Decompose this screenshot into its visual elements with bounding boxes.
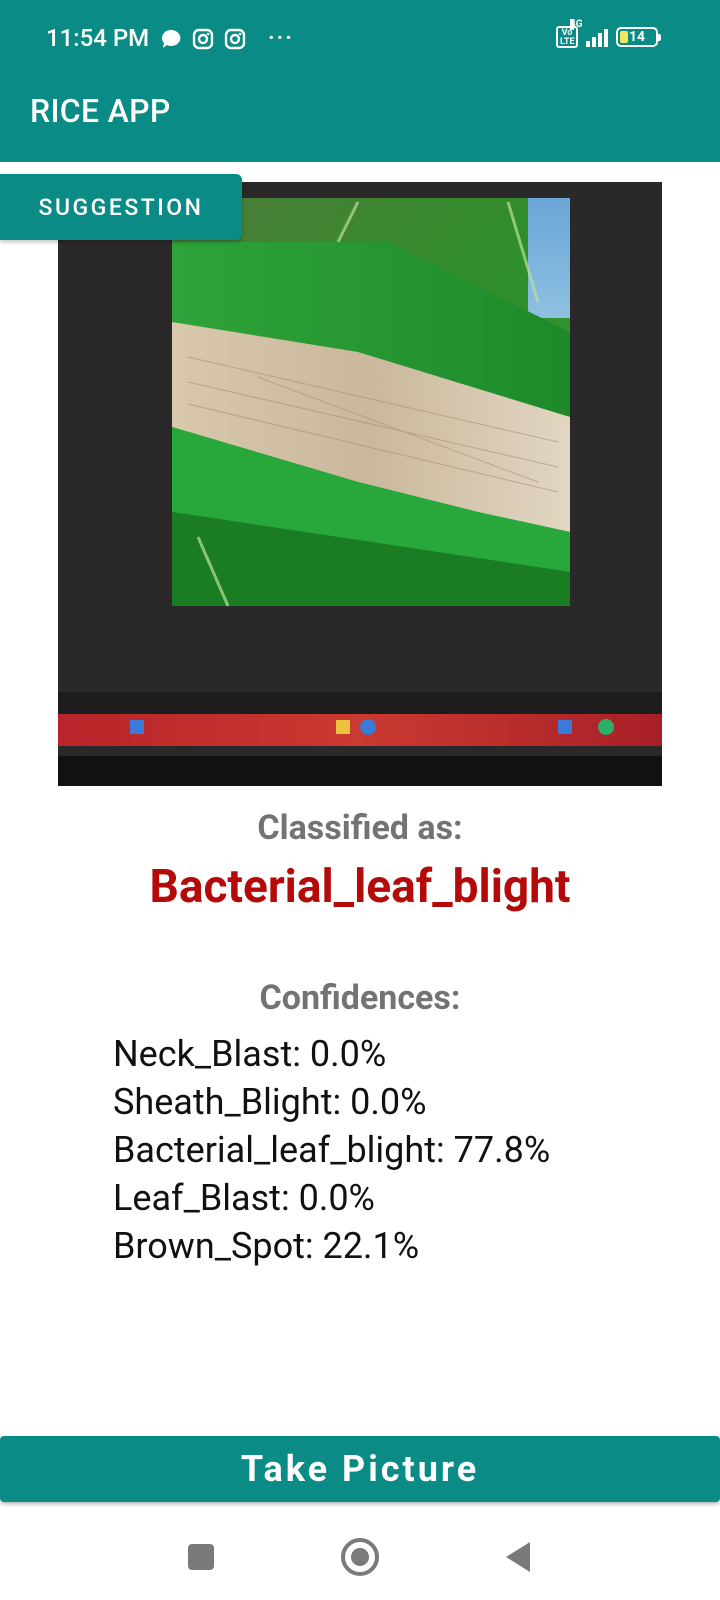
classification-result: Bacterial_leaf_blight	[149, 860, 571, 914]
instagram-icon	[192, 28, 214, 49]
app-title: RICE APP	[30, 92, 171, 130]
confidence-item: Leaf_Blast: 0.0%	[113, 1177, 375, 1219]
network-type: 4G	[570, 19, 583, 30]
signal-icon: 4G	[570, 19, 608, 47]
confidence-item: Bacterial_leaf_blight: 77.8%	[113, 1129, 551, 1171]
back-icon[interactable]	[506, 1542, 530, 1572]
status-time: 11:54 PM	[46, 24, 150, 52]
confidences-label: Confidences:	[259, 978, 461, 1018]
home-icon[interactable]	[341, 1538, 379, 1576]
chat-icon	[162, 29, 181, 48]
classified-label: Classified as:	[257, 808, 463, 848]
recent-apps-icon[interactable]	[188, 1544, 214, 1570]
app-header: 11:54 PM ··· Vo LTE 4G 14 RICE APP	[0, 0, 720, 162]
instagram-icon	[224, 28, 246, 49]
take-picture-button[interactable]: Take Picture	[0, 1436, 720, 1502]
system-icons: Vo LTE 4G 14	[556, 19, 661, 48]
system-nav-bar	[0, 1510, 720, 1600]
captured-photo	[58, 182, 662, 786]
notification-icons: ···	[160, 26, 294, 51]
confidences-list: Neck_Blast: 0.0% Sheath_Blight: 0.0% Bac…	[113, 1030, 550, 1270]
confidence-item: Sheath_Blight: 0.0%	[113, 1081, 427, 1123]
suggestion-button[interactable]: SUGGESTION	[0, 174, 242, 240]
battery-level: 14	[628, 29, 646, 45]
confidence-item: Neck_Blast: 0.0%	[113, 1033, 387, 1075]
status-bar: 11:54 PM ··· Vo LTE 4G 14	[0, 0, 720, 78]
battery-icon: 14	[616, 27, 661, 47]
confidence-item: Brown_Spot: 22.1%	[113, 1225, 420, 1267]
more-notifications-icon: ···	[268, 26, 294, 51]
